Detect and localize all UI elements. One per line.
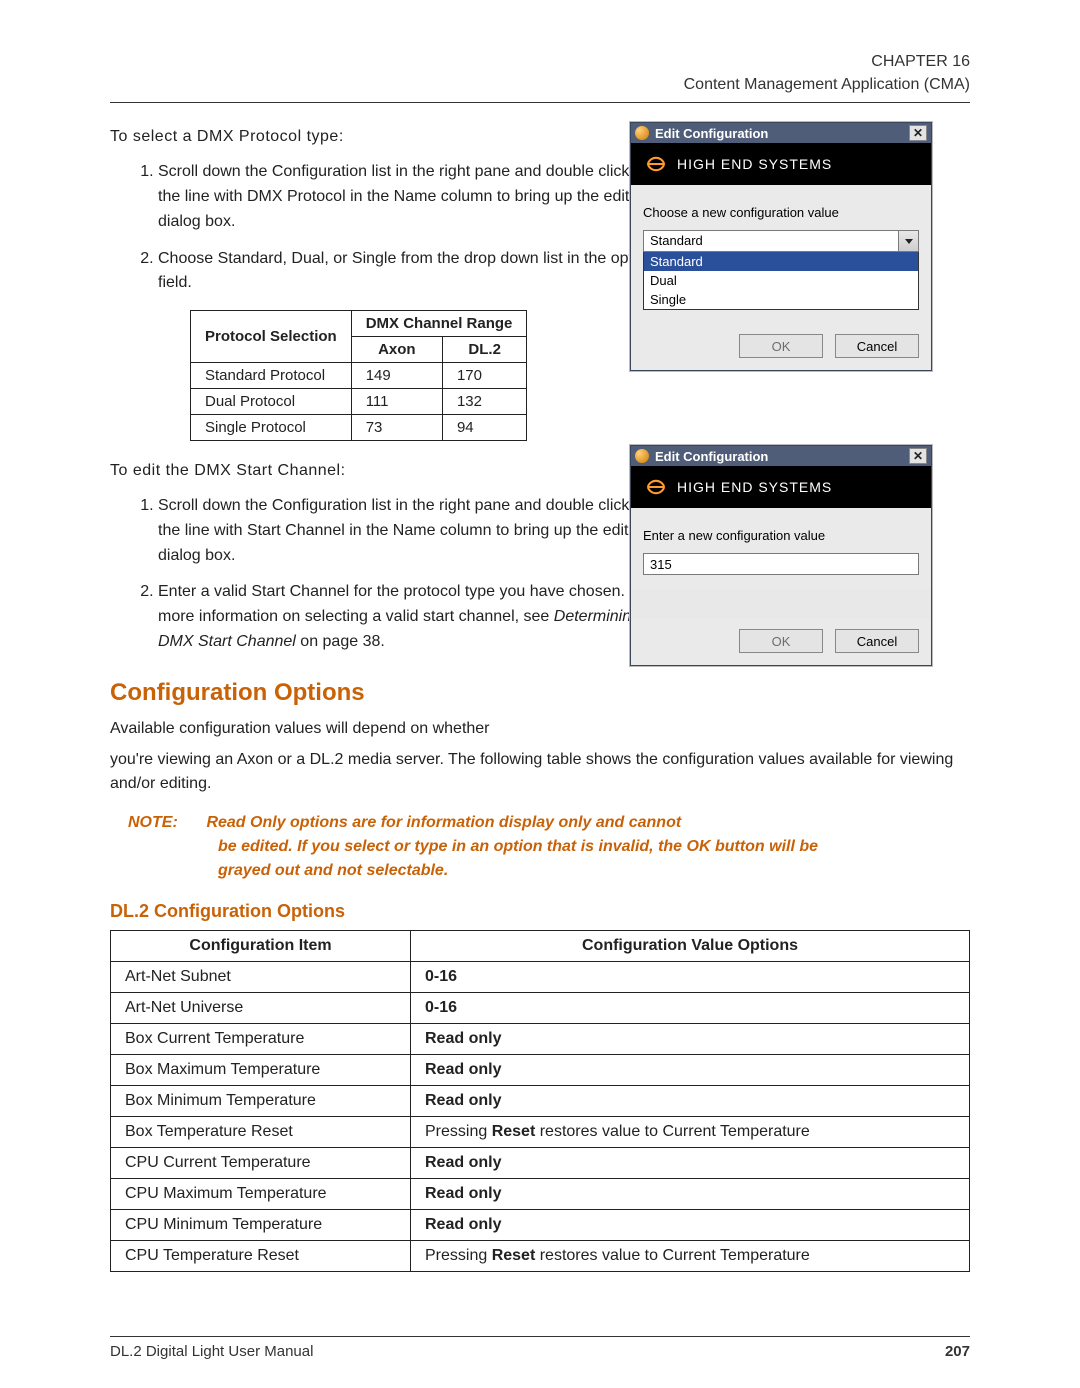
config-value: 0-16 xyxy=(411,993,970,1024)
table-row: Box Maximum Temperature Read only xyxy=(111,1055,970,1086)
config-item: CPU Temperature Reset xyxy=(111,1241,411,1272)
brand-band: HIGH END SYSTEMS xyxy=(631,466,931,508)
config-value: Read only xyxy=(411,1179,970,1210)
config-value: Read only xyxy=(411,1086,970,1117)
proto-name: Single Protocol xyxy=(191,415,352,441)
select-option[interactable]: Standard xyxy=(644,252,918,271)
note-block: NOTE: Read Only options are for informat… xyxy=(128,811,970,883)
brand-text: HIGH END SYSTEMS xyxy=(677,156,832,172)
config-value: Pressing Reset restores value to Current… xyxy=(411,1117,970,1148)
dialog-title: Edit Configuration xyxy=(655,449,903,464)
chevron-down-icon[interactable] xyxy=(898,231,918,251)
dialog-titlebar[interactable]: Edit Configuration ✕ xyxy=(631,123,931,143)
dialog-prompt: Enter a new configuration value xyxy=(643,528,919,543)
config-value: 0-16 xyxy=(411,962,970,993)
proto-axon: 111 xyxy=(351,389,442,415)
proto-sub-axon: Axon xyxy=(351,337,442,363)
proto-head-range: DMX Channel Range xyxy=(351,311,527,337)
config-item: Art-Net Subnet xyxy=(111,962,411,993)
ok-button[interactable]: OK xyxy=(739,629,823,653)
table-row: Box Temperature Reset Pressing Reset res… xyxy=(111,1117,970,1148)
config-para1: Available configuration values will depe… xyxy=(110,717,970,742)
config-value-input[interactable] xyxy=(643,553,919,575)
table-row: Art-Net Universe 0-16 xyxy=(111,993,970,1024)
config-value: Read only xyxy=(411,1024,970,1055)
app-icon xyxy=(635,449,649,463)
select-current: Standard xyxy=(644,231,898,251)
select-option[interactable]: Single xyxy=(644,290,918,309)
config-value: Pressing Reset restores value to Current… xyxy=(411,1241,970,1272)
config-head-value: Configuration Value Options xyxy=(411,931,970,962)
dialog-titlebar[interactable]: Edit Configuration ✕ xyxy=(631,446,931,466)
table-row: Box Minimum Temperature Read only xyxy=(111,1086,970,1117)
table-row: Single Protocol 73 94 xyxy=(191,415,527,441)
config-item: Box Temperature Reset xyxy=(111,1117,411,1148)
config-item: CPU Maximum Temperature xyxy=(111,1179,411,1210)
config-table: Configuration Item Configuration Value O… xyxy=(110,930,970,1272)
select-option[interactable]: Dual xyxy=(644,271,918,290)
table-row: Standard Protocol 149 170 xyxy=(191,363,527,389)
close-icon[interactable]: ✕ xyxy=(909,448,927,464)
proto-dl2: 94 xyxy=(442,415,526,441)
note-label: NOTE: xyxy=(128,811,202,835)
cancel-button[interactable]: Cancel xyxy=(835,334,919,358)
header-rule xyxy=(110,102,970,103)
table-row: Dual Protocol 111 132 xyxy=(191,389,527,415)
chapter-title: Content Management Application (CMA) xyxy=(110,73,970,96)
page-footer: DL.2 Digital Light User Manual 207 xyxy=(110,1336,970,1360)
proto-name: Standard Protocol xyxy=(191,363,352,389)
config-value: Read only xyxy=(411,1055,970,1086)
config-value: Read only xyxy=(411,1148,970,1179)
page-number: 207 xyxy=(945,1343,970,1360)
table-row: Art-Net Subnet 0-16 xyxy=(111,962,970,993)
select-options-list[interactable]: StandardDualSingle xyxy=(643,252,919,310)
table-row: Box Current Temperature Read only xyxy=(111,1024,970,1055)
page-header: CHAPTER 16 Content Management Applicatio… xyxy=(110,50,970,96)
dialog-title: Edit Configuration xyxy=(655,126,903,141)
app-icon xyxy=(635,126,649,140)
table-row: CPU Maximum Temperature Read only xyxy=(111,1179,970,1210)
config-item: CPU Current Temperature xyxy=(111,1148,411,1179)
edit-config-dialog-input: Edit Configuration ✕ HIGH END SYSTEMS En… xyxy=(630,445,932,666)
brand-band: HIGH END SYSTEMS xyxy=(631,143,931,185)
proto-dl2: 132 xyxy=(442,389,526,415)
config-item: CPU Minimum Temperature xyxy=(111,1210,411,1241)
edit-config-dialog-dropdown: Edit Configuration ✕ HIGH END SYSTEMS Ch… xyxy=(630,122,932,371)
config-head-item: Configuration Item xyxy=(111,931,411,962)
table-row: CPU Temperature Reset Pressing Reset res… xyxy=(111,1241,970,1272)
table-row: CPU Current Temperature Read only xyxy=(111,1148,970,1179)
sub-section-dl2: DL.2 Configuration Options xyxy=(110,901,970,922)
section-config-options: Configuration Options xyxy=(110,679,970,707)
chapter-label: CHAPTER 16 xyxy=(110,50,970,73)
config-value: Read only xyxy=(411,1210,970,1241)
brand-swirl-icon xyxy=(645,476,667,498)
table-row: CPU Minimum Temperature Read only xyxy=(111,1210,970,1241)
config-item: Art-Net Universe xyxy=(111,993,411,1024)
config-item: Box Current Temperature xyxy=(111,1024,411,1055)
proto-axon: 149 xyxy=(351,363,442,389)
close-icon[interactable]: ✕ xyxy=(909,125,927,141)
cancel-button[interactable]: Cancel xyxy=(835,629,919,653)
proto-head-selection: Protocol Selection xyxy=(191,311,352,363)
footer-left: DL.2 Digital Light User Manual xyxy=(110,1343,313,1360)
config-para2: you're viewing an Axon or a DL.2 media s… xyxy=(110,748,970,798)
ok-button[interactable]: OK xyxy=(739,334,823,358)
config-item: Box Minimum Temperature xyxy=(111,1086,411,1117)
config-value-select[interactable]: Standard xyxy=(643,230,919,252)
protocol-table: Protocol Selection DMX Channel Range Axo… xyxy=(190,310,527,441)
config-item: Box Maximum Temperature xyxy=(111,1055,411,1086)
proto-dl2: 170 xyxy=(442,363,526,389)
brand-text: HIGH END SYSTEMS xyxy=(677,479,832,495)
brand-swirl-icon xyxy=(645,153,667,175)
dialog-prompt: Choose a new configuration value xyxy=(643,205,919,220)
proto-axon: 73 xyxy=(351,415,442,441)
proto-name: Dual Protocol xyxy=(191,389,352,415)
proto-sub-dl2: DL.2 xyxy=(442,337,526,363)
